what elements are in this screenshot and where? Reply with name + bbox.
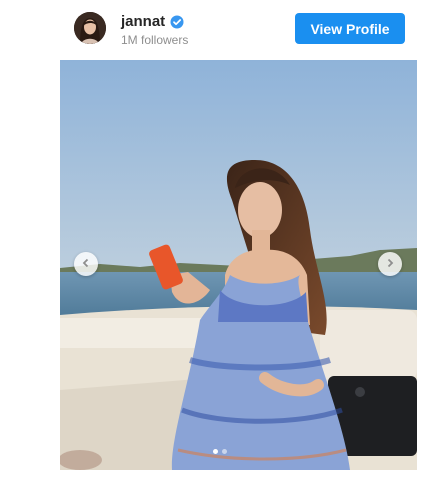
username[interactable]: jannat	[121, 13, 184, 30]
verified-badge-icon	[170, 15, 184, 29]
profile-header: jannat 1M followers View Profile	[0, 0, 439, 60]
post-image[interactable]	[60, 60, 417, 470]
follower-count: 1M followers	[121, 33, 189, 47]
carousel-dot	[212, 449, 218, 454]
chevron-right-icon	[385, 255, 395, 273]
carousel-indicator	[0, 449, 439, 454]
carousel-next-button[interactable]	[378, 252, 402, 276]
carousel-dot	[221, 449, 227, 454]
view-profile-button[interactable]: View Profile	[295, 13, 405, 44]
username-text: jannat	[121, 13, 166, 30]
carousel-prev-button[interactable]	[74, 252, 98, 276]
chevron-left-icon	[81, 255, 91, 273]
avatar[interactable]	[74, 12, 106, 44]
